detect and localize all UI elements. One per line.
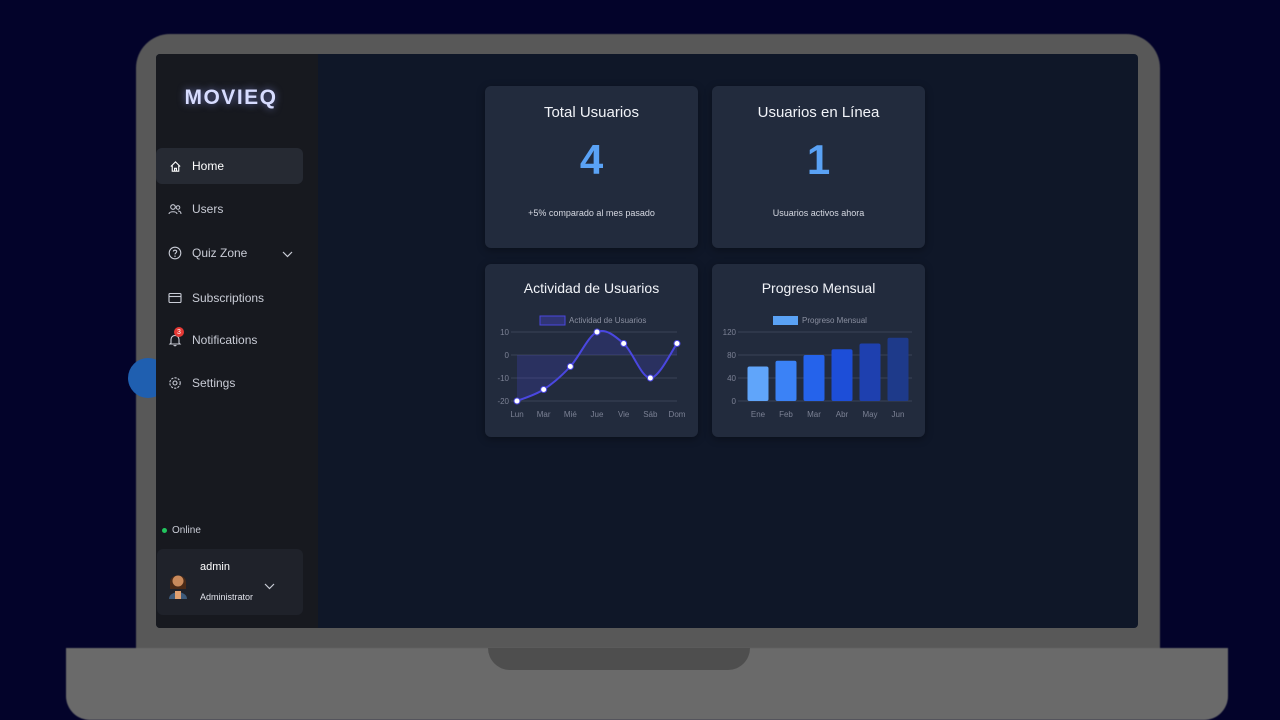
x-tick-label: Mié	[564, 410, 577, 419]
data-point	[646, 374, 654, 382]
chevron-down-icon[interactable]	[264, 577, 275, 595]
y-tick-label: 40	[727, 374, 736, 383]
x-tick-label: Dom	[669, 410, 686, 419]
sidebar: MOVIEQ Home Users Quiz Zone Subscription…	[156, 54, 318, 628]
progress-bar-chart: Progreso Mensual 120 80 40 0 Ene Feb Mar Abr May…	[723, 316, 912, 419]
home-icon	[168, 159, 182, 173]
app-logo: MOVIEQ	[184, 86, 278, 109]
user-profile-card[interactable]: admin Administrator	[157, 549, 303, 615]
x-tick-label: May	[862, 410, 877, 419]
online-dot	[162, 528, 167, 533]
online-users-value: 1	[806, 136, 831, 183]
bar	[775, 360, 797, 401]
data-point	[513, 397, 521, 405]
gear-icon	[168, 376, 182, 390]
total-users-subtext: +5% comparado al mes pasado	[528, 208, 655, 218]
online-users-card: Usuarios en Línea 1 Usuarios activos aho…	[712, 86, 925, 248]
data-point	[593, 328, 601, 336]
sidebar-item-label: Subscriptions	[192, 291, 265, 305]
legend-label: Progreso Mensual	[802, 316, 867, 325]
y-tick-label: 0	[732, 397, 737, 406]
sidebar-item-notifications[interactable]: 3 Notifications	[156, 322, 303, 358]
avatar	[167, 569, 189, 599]
chevron-down-icon[interactable]	[282, 247, 293, 261]
x-tick-label: Jun	[892, 410, 905, 419]
bar	[859, 343, 881, 401]
x-tick-label: Mar	[807, 410, 821, 419]
sidebar-item-label: Notifications	[192, 333, 258, 347]
bar	[831, 349, 853, 401]
sidebar-item-quiz-zone[interactable]: Quiz Zone	[156, 235, 303, 271]
sidebar-item-users[interactable]: Users	[156, 191, 303, 227]
legend-label: Actividad de Usuarios	[569, 316, 646, 325]
y-tick-label: 0	[505, 351, 510, 360]
x-tick-label: Vie	[618, 410, 630, 419]
sidebar-item-subscriptions[interactable]: Subscriptions	[156, 280, 303, 316]
data-point	[620, 340, 628, 347]
legend-swatch	[773, 316, 798, 325]
online-status: Online	[162, 525, 201, 536]
sidebar-item-label: Settings	[192, 376, 236, 390]
user-role: Administrator	[200, 592, 254, 602]
bar	[747, 366, 769, 401]
total-users-value: 4	[579, 136, 604, 183]
data-point	[566, 363, 574, 370]
legend-swatch	[539, 315, 566, 326]
monthly-progress-card: Progreso Mensual Progreso Mensual 120 80 4…	[712, 264, 925, 437]
sidebar-item-label: Users	[192, 202, 224, 216]
x-tick-label: Abr	[836, 410, 849, 419]
x-tick-label: Ene	[751, 410, 766, 419]
online-users-subtext: Usuarios activos ahora	[772, 208, 865, 218]
status-label: Online	[172, 525, 201, 536]
x-tick-label: Feb	[779, 410, 793, 419]
y-tick-label: 10	[500, 328, 509, 337]
data-point	[540, 386, 548, 393]
x-tick-label: Mar	[537, 410, 551, 419]
laptop-notch	[488, 648, 750, 670]
y-tick-label: -10	[497, 374, 509, 383]
sidebar-item-settings[interactable]: Settings	[156, 365, 303, 401]
help-circle-icon	[168, 246, 182, 260]
app-screen: MOVIEQ Home Users Quiz Zone Subscription…	[156, 54, 1138, 628]
sidebar-item-home[interactable]: Home	[156, 148, 303, 184]
sidebar-item-label: Quiz Zone	[192, 246, 248, 260]
total-users-card: Total Usuarios 4 +5% comparado al mes pa…	[485, 86, 698, 248]
user-name: admin	[200, 561, 230, 573]
notification-badge: 3	[174, 327, 184, 337]
activity-line-chart: Actividad de Usuarios 10 0 -10 -20Lun Mar Mié…	[497, 315, 686, 419]
y-tick-label: 120	[723, 328, 737, 337]
x-tick-label: Jue	[591, 410, 604, 419]
card-icon	[168, 291, 182, 305]
x-tick-label: Lun	[510, 410, 523, 419]
sidebar-item-label: Home	[192, 159, 225, 173]
y-tick-label: -20	[497, 397, 509, 406]
card-title: Total Usuarios	[543, 104, 640, 121]
y-tick-label: 80	[727, 351, 736, 360]
bar	[803, 355, 825, 401]
card-title: Usuarios en Línea	[757, 104, 880, 121]
bar	[887, 337, 909, 401]
data-point	[673, 340, 681, 347]
user-activity-card: Actividad de Usuarios Actividad de Usuar…	[485, 264, 698, 437]
x-tick-label: Sáb	[643, 410, 658, 419]
users-icon	[168, 202, 182, 216]
